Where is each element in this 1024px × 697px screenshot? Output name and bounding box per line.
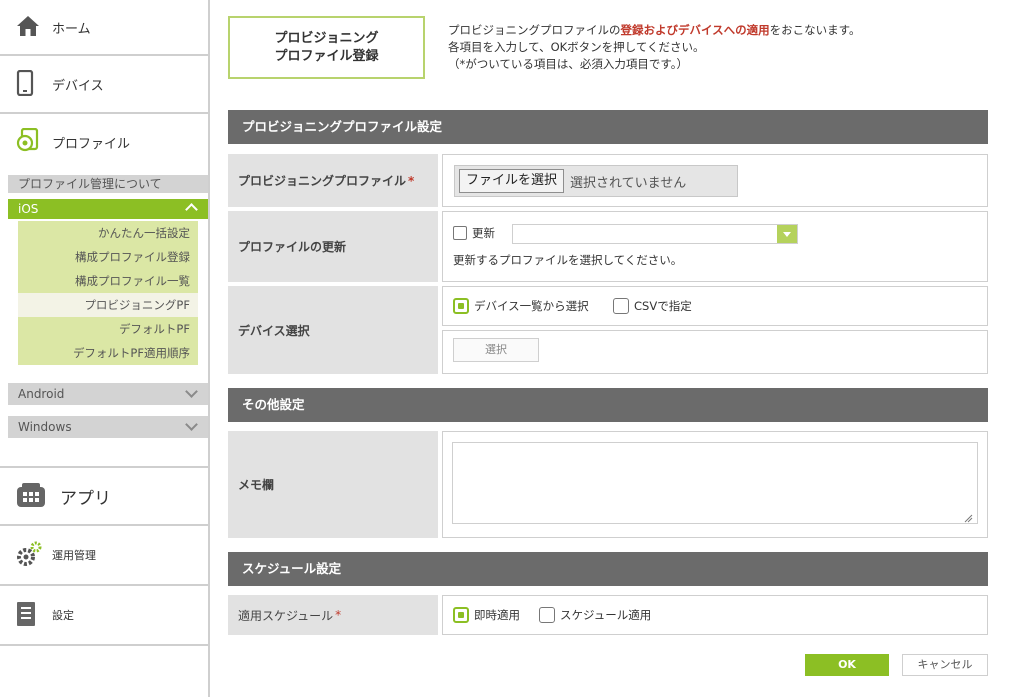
sidebar-item-default-pf-order[interactable]: デフォルトPF適用順序: [18, 341, 198, 365]
page-description: プロビジョニングプロファイルの登録およびデバイスへの適用をおこないます。 各項目…: [448, 22, 861, 73]
sidebar-item-label: 設定: [52, 609, 74, 622]
sidebar-item-label: アプリ: [60, 488, 111, 509]
update-checkbox[interactable]: 更新: [453, 225, 495, 241]
radio-unselected-icon: [539, 607, 555, 623]
radio-unselected-icon: [613, 298, 629, 314]
section-header-schedule: スケジュール設定: [228, 552, 988, 586]
intro-line-3: （*がついている項目は、必須入力項目です。）: [448, 57, 689, 71]
sidebar: ホーム デバイス プロファイル プロファイル管理について iOS かんたん一括設…: [0, 0, 210, 697]
profile-update-label: プロファイルの更新: [228, 211, 438, 282]
section-header-provisioning: プロビジョニングプロファイル設定: [228, 110, 988, 144]
ios-submenu: かんたん一括設定 構成プロファイル登録 構成プロファイル一覧 プロビジョニングP…: [18, 221, 198, 365]
schedule-label: 適用スケジュール *: [228, 595, 438, 635]
app-grid-icon: [16, 482, 46, 511]
file-select-button[interactable]: ファイルを選択: [459, 169, 565, 193]
sidebar-item-profile[interactable]: プロファイル: [0, 114, 208, 170]
sidebar-item-windows[interactable]: Windows: [8, 416, 208, 438]
gears-icon: [16, 541, 42, 570]
sidebar-item-home[interactable]: ホーム: [0, 0, 208, 56]
sidebar-item-label: Android: [18, 387, 65, 401]
sidebar-item-config-profile-register[interactable]: 構成プロファイル登録: [18, 245, 198, 269]
sidebar-item-default-pf[interactable]: デフォルトPF: [18, 317, 198, 341]
radio-schedule-now[interactable]: 即時適用: [453, 607, 520, 623]
sidebar-item-settings[interactable]: 設定: [0, 586, 208, 646]
memo-label: メモ欄: [228, 431, 438, 538]
memo-textarea[interactable]: [452, 442, 978, 524]
radio-schedule-now-label: 即時適用: [474, 608, 520, 622]
sidebar-item-device[interactable]: デバイス: [0, 56, 208, 114]
sidebar-item-label: ホーム: [52, 21, 91, 37]
radio-device-list-label: デバイス一覧から選択: [474, 299, 589, 313]
radio-device-csv[interactable]: CSVで指定: [613, 298, 692, 314]
resize-handle-icon[interactable]: [963, 513, 973, 523]
sidebar-item-provisioning-pf[interactable]: プロビジョニングPF: [18, 293, 198, 317]
checkbox-icon: [453, 226, 467, 240]
radio-schedule-scheduled[interactable]: スケジュール適用: [539, 607, 651, 623]
update-hint: 更新するプロファイルを選択してください。: [453, 253, 683, 267]
radio-schedule-scheduled-label: スケジュール適用: [560, 608, 652, 622]
intro-line-2: 各項目を入力して、OKボタンを押してください。: [448, 40, 705, 54]
smartphone-icon: [16, 69, 34, 99]
device-select-button[interactable]: 選択: [453, 338, 539, 362]
sidebar-item-config-profile-list[interactable]: 構成プロファイル一覧: [18, 269, 198, 293]
sidebar-item-label: プロファイル: [52, 136, 131, 152]
schedule-field: 即時適用 スケジュール適用: [442, 595, 988, 635]
sidebar-item-profile-about[interactable]: プロファイル管理について: [8, 175, 208, 193]
sidebar-item-operations[interactable]: 運用管理: [0, 526, 208, 586]
sidebar-item-android[interactable]: Android: [8, 383, 208, 405]
device-select-options: デバイス一覧から選択 CSVで指定: [442, 286, 988, 326]
sidebar-item-easy-setup[interactable]: かんたん一括設定: [18, 221, 198, 245]
device-select-action: 選択: [442, 330, 988, 374]
update-checkbox-label: 更新: [472, 226, 495, 240]
memo-field: [442, 431, 988, 538]
radio-selected-icon: [453, 298, 469, 314]
cancel-button[interactable]: キャンセル: [902, 654, 988, 676]
chevron-down-icon: [777, 225, 797, 243]
required-mark: *: [408, 173, 415, 188]
intro-line-1: プロビジョニングプロファイルの登録およびデバイスへの適用をおこないます。: [448, 23, 861, 37]
profile-update-field: 更新 更新するプロファイルを選択してください。: [442, 211, 988, 282]
file-input[interactable]: ファイルを選択 選択されていません: [454, 165, 738, 197]
sidebar-item-app[interactable]: アプリ: [0, 466, 208, 526]
sidebar-item-label: 運用管理: [52, 549, 96, 562]
section-header-other: その他設定: [228, 388, 988, 422]
radio-selected-icon: [453, 607, 469, 623]
provisioning-profile-field: ファイルを選択 選択されていません: [442, 154, 988, 207]
sidebar-item-ios[interactable]: iOS: [8, 199, 208, 219]
chevron-down-icon: [185, 385, 198, 398]
page-title: プロビジョニング プロファイル登録: [228, 16, 425, 79]
chevron-down-icon: [185, 418, 198, 431]
device-select-label: デバイス選択: [228, 286, 438, 374]
sidebar-item-label: デバイス: [52, 78, 104, 94]
profile-select-dropdown[interactable]: [512, 224, 798, 244]
ok-button[interactable]: OK: [805, 654, 889, 676]
home-icon: [16, 15, 40, 40]
document-settings-icon: [16, 601, 36, 630]
profile-gear-icon: [16, 127, 40, 157]
radio-device-csv-label: CSVで指定: [634, 299, 692, 313]
radio-device-list[interactable]: デバイス一覧から選択: [453, 298, 589, 314]
required-mark: *: [335, 608, 342, 622]
sidebar-item-label: Windows: [18, 420, 72, 434]
file-status-text: 選択されていません: [570, 175, 687, 191]
provisioning-profile-label: プロビジョニングプロファイル *: [228, 154, 438, 207]
sidebar-item-label: iOS: [18, 202, 39, 216]
chevron-up-icon: [185, 203, 198, 216]
